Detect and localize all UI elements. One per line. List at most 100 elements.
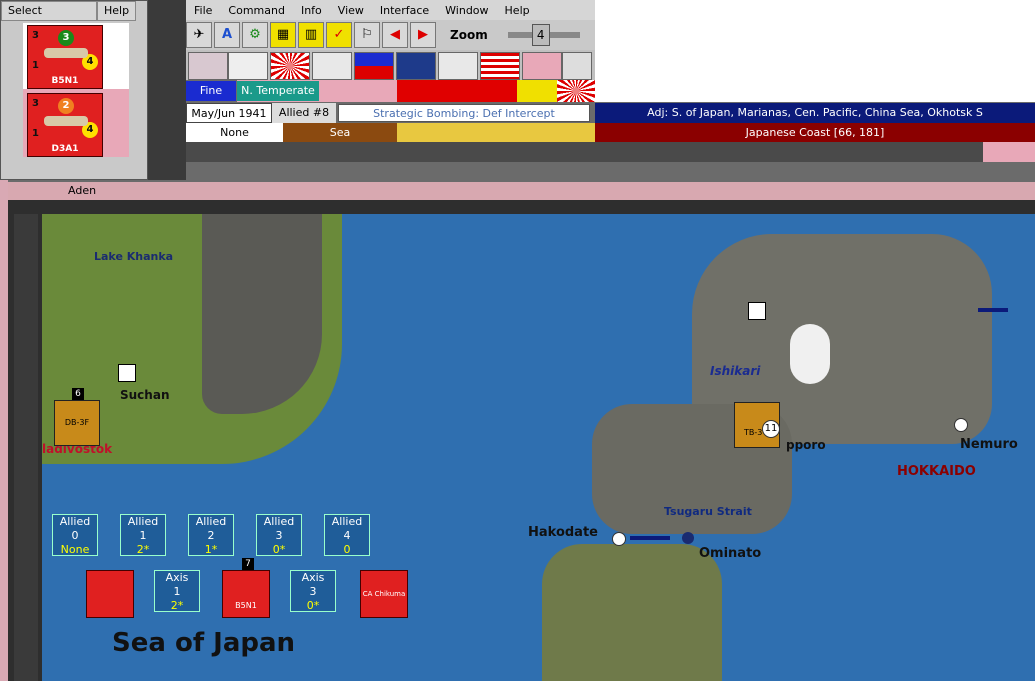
vertical-scrollbar[interactable] xyxy=(14,214,38,681)
select-window: Select Help 3 3 4 1 B5N1 3 2 4 1 D3A1 xyxy=(0,0,148,180)
font-icon[interactable]: A xyxy=(214,22,240,48)
sea-box-axis-3[interactable]: Axis 3 0* xyxy=(290,570,336,612)
grid-icon[interactable]: ▦ xyxy=(270,22,296,48)
gear-icon[interactable]: ⚙ xyxy=(242,22,268,48)
date-cell: May/Jun 1941 xyxy=(186,103,272,123)
mission-field[interactable]: Strategic Bombing: Def Intercept xyxy=(338,104,590,122)
label-ominato: Ominato xyxy=(699,546,762,561)
port-icon xyxy=(612,532,626,546)
pin-icon[interactable]: ✓ xyxy=(326,22,352,48)
zoom-label: Zoom xyxy=(450,28,488,42)
menu-command[interactable]: Command xyxy=(220,4,293,17)
unit-counter-db3f[interactable]: DB-3F xyxy=(54,400,100,446)
climate-cell: N. Temperate xyxy=(237,81,319,101)
row3-none: None xyxy=(186,123,283,143)
zoom-slider[interactable]: 4 xyxy=(507,24,580,46)
rising-sun-flag-icon xyxy=(557,80,595,102)
sea-box-allied-4[interactable]: Allied 4 0 xyxy=(324,514,370,556)
flag-icon[interactable]: ⚐ xyxy=(354,22,380,48)
label-hokkaido: HOKKAIDO xyxy=(897,464,976,479)
port-icon xyxy=(954,418,968,432)
stack-count: 6 xyxy=(72,388,84,400)
flag-5-icon[interactable] xyxy=(354,52,394,80)
flag-4-icon[interactable] xyxy=(312,52,352,80)
cloud xyxy=(790,324,830,384)
sea-box-allied-3[interactable]: Allied 3 0* xyxy=(256,514,302,556)
union-flag-icon[interactable] xyxy=(396,52,436,80)
stack-count: 7 xyxy=(242,558,254,570)
nation-flags xyxy=(186,50,595,80)
strait-marker xyxy=(978,308,1008,312)
label-lake-khanka: Lake Khanka xyxy=(94,250,174,263)
left-edge xyxy=(0,180,8,681)
unit-counter-d3a1[interactable]: 3 2 4 1 D3A1 xyxy=(27,93,103,157)
adjacent-cell: Adj: S. of Japan, Marianas, Cen. Pacific… xyxy=(595,103,1035,123)
menu-info[interactable]: Info xyxy=(293,4,330,17)
menu-file[interactable]: File xyxy=(186,4,220,17)
row3-yellow xyxy=(397,123,595,143)
unit-counter-ca-chikuma[interactable]: CA Chikuma xyxy=(360,570,408,618)
weather-cell: Fine xyxy=(186,81,236,101)
sea-box-allied-0[interactable]: Allied 0 None xyxy=(52,514,98,556)
unit-name: D3A1 xyxy=(51,144,79,154)
arrow-right-icon[interactable]: ▶ xyxy=(410,22,436,48)
flag-9-icon[interactable] xyxy=(522,52,562,80)
unit-name: B5N1 xyxy=(51,76,79,86)
unit-counter-axis-sub[interactable] xyxy=(86,570,134,618)
info-pink-corner xyxy=(983,142,1035,162)
honshu-land[interactable] xyxy=(542,544,722,681)
info-yellow xyxy=(517,80,557,102)
arrow-left-icon[interactable]: ◀ xyxy=(382,22,408,48)
window-divider[interactable] xyxy=(148,0,186,180)
label-suchan: Suchan xyxy=(120,388,170,402)
impulse-cell: Allied #8 xyxy=(272,103,336,123)
us-flag-icon[interactable] xyxy=(480,52,520,80)
label-hakodate: Hakodate xyxy=(528,525,598,540)
menu-view[interactable]: View xyxy=(330,4,372,17)
help-button[interactable]: Help xyxy=(97,1,137,21)
unit-stat: 1 xyxy=(32,60,39,71)
toolbar: ✈ A ⚙ ▦ ▥ ✓ ⚐ ◀ ▶ Zoom 4 xyxy=(186,20,595,50)
label-nemuro: Nemuro xyxy=(960,437,1018,452)
map-title-bar: Aden xyxy=(8,182,1035,200)
info-red xyxy=(397,80,517,102)
zoom-value[interactable]: 4 xyxy=(531,24,550,46)
unit-counter-b5n1-map[interactable]: B5N1 xyxy=(222,570,270,618)
horizontal-scrollbar[interactable] xyxy=(186,142,983,162)
sea-box-axis-1[interactable]: Axis 1 2* xyxy=(154,570,200,612)
unit-counter-b5n1[interactable]: 3 3 4 1 B5N1 xyxy=(27,25,103,89)
hex-map[interactable]: Lake Khanka Suchan ladivostok Ishikari p… xyxy=(42,214,1035,681)
unit-stat: 2 xyxy=(58,98,74,114)
anchor-icon xyxy=(682,532,694,544)
label-tsugaru-strait: Tsugaru Strait xyxy=(664,505,752,518)
label-sapporo: pporo xyxy=(786,438,826,452)
info-panel xyxy=(595,0,1035,102)
unit-stat: 1 xyxy=(32,128,39,139)
label-sea-of-japan: Sea of Japan xyxy=(112,628,296,658)
flag-7-icon[interactable] xyxy=(438,52,478,80)
menu-help[interactable]: Help xyxy=(497,4,538,17)
flag-2-icon[interactable] xyxy=(228,52,268,80)
grid-alt-icon[interactable]: ▥ xyxy=(298,22,324,48)
plane-icon xyxy=(44,116,88,126)
airfield-icon xyxy=(118,364,136,382)
strait-marker xyxy=(630,536,670,540)
rising-sun-flag-icon[interactable] xyxy=(270,52,310,80)
menu-window[interactable]: Window xyxy=(437,4,496,17)
sea-box-allied-2[interactable]: Allied 2 1* xyxy=(188,514,234,556)
sea-box-allied-1[interactable]: Allied 1 2* xyxy=(120,514,166,556)
select-button[interactable]: Select xyxy=(1,1,97,21)
menu-interface[interactable]: Interface xyxy=(372,4,437,17)
flag-1-icon[interactable] xyxy=(188,52,228,80)
menu-bar: File Command Info View Interface Window … xyxy=(186,0,595,20)
plane-icon xyxy=(44,48,88,58)
airfield-icon xyxy=(748,302,766,320)
mountains xyxy=(202,214,322,414)
truck-icon[interactable]: ✈ xyxy=(186,22,212,48)
label-ishikari: Ishikari xyxy=(710,364,761,378)
terrain-cell: Sea xyxy=(283,123,397,143)
map-window-title: Aden xyxy=(68,184,97,197)
target-icon[interactable] xyxy=(562,52,592,80)
unit-stat: 3 xyxy=(32,98,39,109)
unit-stat: 3 xyxy=(32,30,39,41)
